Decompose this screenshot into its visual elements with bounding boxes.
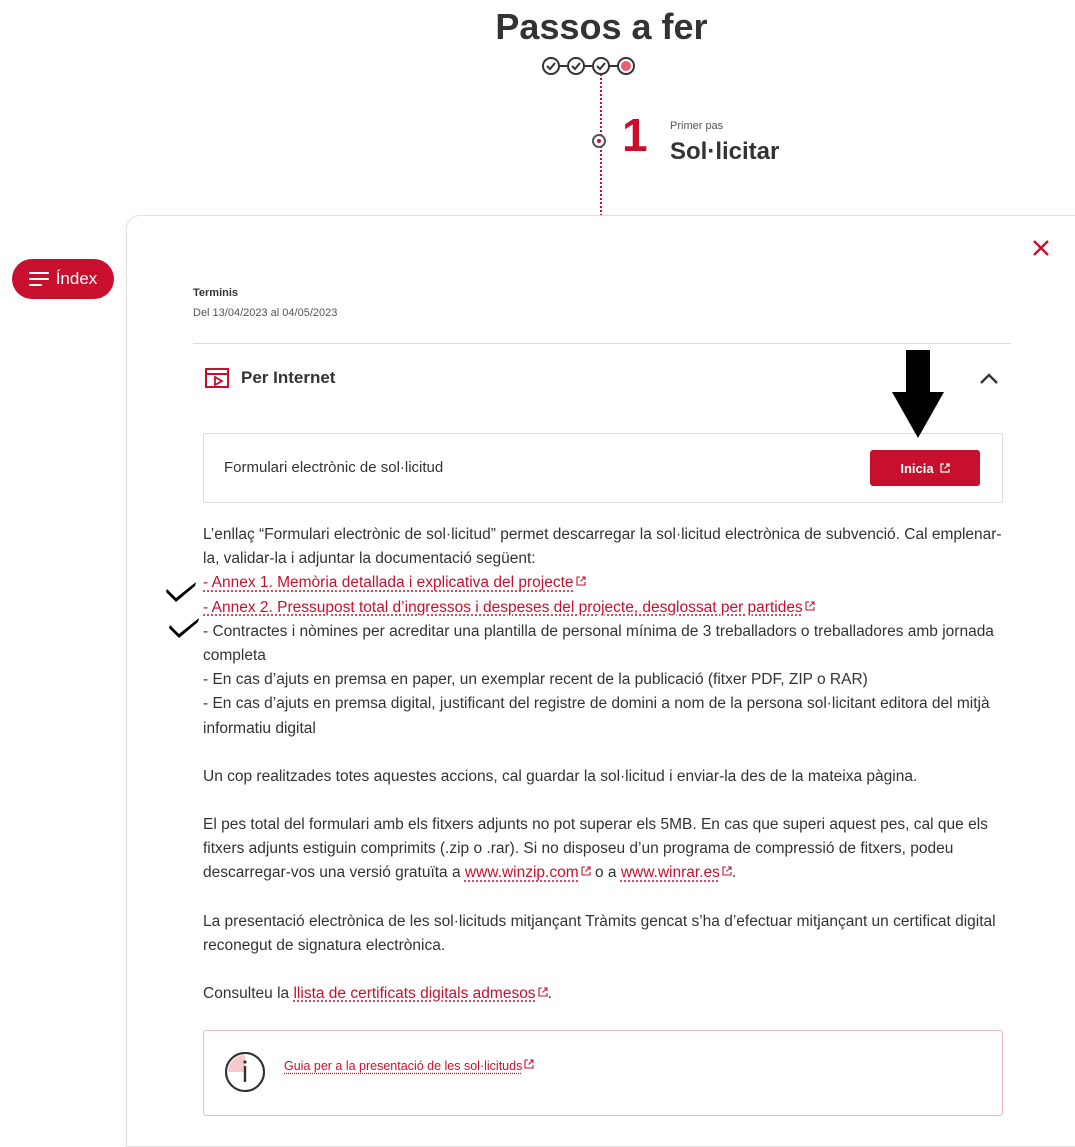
start-button[interactable]: Inicia <box>870 450 980 486</box>
page-header: Passos a fer <box>450 6 753 48</box>
check-mark-icon <box>166 582 196 602</box>
completed-step-icon <box>542 57 560 75</box>
menu-icon <box>28 272 49 286</box>
save-send-paragraph: Un cop realitzades totes aquestes accion… <box>203 767 918 785</box>
page-title: Passos a fer <box>495 6 708 47</box>
guide-link[interactable]: Guia per a la presentació de les sol·lic… <box>284 1059 522 1073</box>
list-item: - Contractes i nòmines per acreditar una… <box>203 622 994 665</box>
deadlines-value: Del 13/04/2023 al 04/05/2023 <box>193 307 338 319</box>
chevron-up-icon[interactable] <box>978 370 1000 386</box>
consult-paragraph: Consulteu la llista de certificats digit… <box>203 985 552 1003</box>
deadlines-label: Terminis <box>193 287 239 299</box>
annotation-arrow-icon <box>892 350 944 438</box>
form-card-label: Formulari electrònic de sol·licitud <box>224 459 444 476</box>
index-button-label: Índex <box>55 269 98 288</box>
close-icon <box>1033 240 1049 256</box>
certificate-list-link[interactable]: llista de certificats digitals admesos <box>293 985 535 1002</box>
external-link-icon <box>524 1059 534 1069</box>
external-link-icon <box>575 576 586 586</box>
info-icon <box>225 1052 265 1092</box>
step-title: Sol·licitar <box>670 138 780 165</box>
file-size-paragraph: El pes total del formulari amb els fitxe… <box>203 816 988 882</box>
certificate-paragraph: La presentació electrònica de les sol·li… <box>203 912 996 954</box>
close-button[interactable] <box>1029 237 1053 261</box>
annex2-link[interactable]: Annex 2. Pressupost total d’ingressos i … <box>212 599 803 616</box>
current-step-icon <box>617 57 635 75</box>
check-mark-icon <box>169 618 199 638</box>
external-link-icon <box>805 601 815 611</box>
annex1-link[interactable]: Annex 1. Memòria detallada i explicativa… <box>212 574 574 591</box>
step-kicker: Primer pas <box>670 120 724 132</box>
list-item: - En cas d’ajuts en premsa en paper, un … <box>203 671 868 689</box>
list-item: - Annex 2. Pressupost total d’ingressos … <box>203 596 1003 620</box>
list-item: - En cas d’ajuts en premsa digital, just… <box>203 695 990 737</box>
external-link-icon <box>581 866 591 876</box>
step-number: 1 <box>622 109 648 161</box>
completed-step-icon <box>567 57 585 75</box>
index-button[interactable]: Índex <box>12 259 114 299</box>
web-form-icon <box>205 368 229 388</box>
external-link-icon <box>722 866 732 876</box>
list-item: - Annex 1. Memòria detallada i explicati… <box>203 571 1003 595</box>
form-card: Formulari electrònic de sol·licitud Inic… <box>203 433 1003 503</box>
guide-info-box: Guia per a la presentació de les sol·lic… <box>203 1030 1003 1116</box>
timeline-dot-icon <box>592 134 606 148</box>
external-link-icon <box>940 463 950 473</box>
instructions-text: L’enllaç “Formulari electrònic de sol·li… <box>203 523 1003 1006</box>
channel-title[interactable]: Per Internet <box>241 368 335 388</box>
intro-paragraph: L’enllaç “Formulari electrònic de sol·li… <box>203 526 1002 568</box>
start-button-label: Inicia <box>900 460 934 476</box>
external-link-icon <box>538 987 548 997</box>
winzip-link[interactable]: www.winzip.com <box>465 864 579 881</box>
completed-step-icon <box>592 57 610 75</box>
winrar-link[interactable]: www.winrar.es <box>621 864 720 881</box>
divider <box>193 343 1011 344</box>
